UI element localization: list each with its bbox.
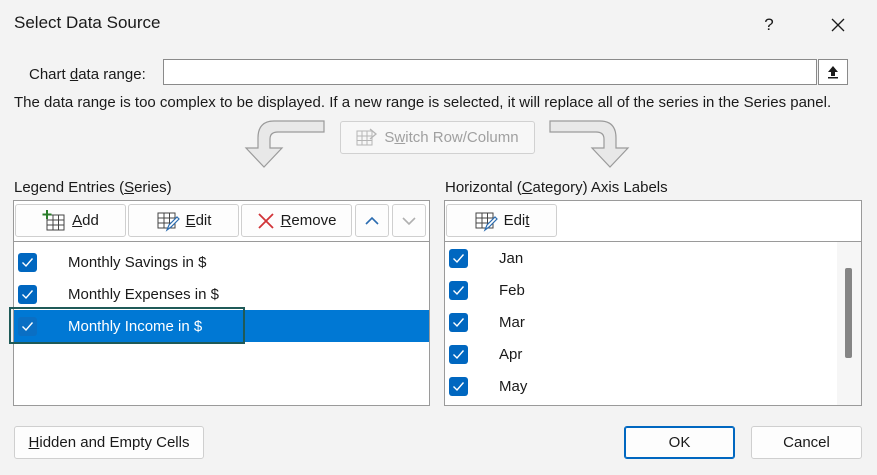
axis-checkbox[interactable] <box>449 312 468 332</box>
add-label: Add <box>72 212 99 229</box>
switch-row-column-icon <box>356 128 378 145</box>
axis-item-mar[interactable]: Mar <box>445 306 861 338</box>
move-up-button[interactable] <box>355 204 389 237</box>
axis-labels-panel: Edit Jan Feb Mar Apr May <box>444 200 862 406</box>
axis-item-may[interactable]: May <box>445 370 861 402</box>
legend-entries-panel: Add Edit Remove Monthly Savings in $ Mon… <box>13 200 430 406</box>
hidden-empty-cells-label: Hidden and Empty Cells <box>28 434 190 451</box>
series-row-savings[interactable]: Monthly Savings in $ <box>14 246 429 278</box>
scrollbar-thumb[interactable] <box>845 268 852 358</box>
edit-axis-labels-button[interactable]: Edit <box>446 204 557 237</box>
check-icon <box>453 317 465 327</box>
edit-table-icon <box>475 212 498 232</box>
chevron-up-icon <box>365 216 379 225</box>
curved-arrow-right-icon <box>549 120 630 168</box>
series-checkbox[interactable] <box>18 252 37 272</box>
check-icon <box>22 289 34 299</box>
dialog-title: Select Data Source <box>14 13 161 32</box>
add-table-icon <box>42 209 65 230</box>
axis-item-apr[interactable]: Apr <box>445 338 861 370</box>
series-name: Monthly Expenses in $ <box>68 285 219 303</box>
axis-list-scrollbar[interactable] <box>837 242 861 405</box>
axis-labels-label: Horizontal (Category) Axis Labels <box>445 179 668 196</box>
series-checkbox[interactable] <box>18 284 37 304</box>
axis-checkbox[interactable] <box>449 344 468 364</box>
check-icon <box>22 257 34 267</box>
axis-item-label: Jan <box>499 249 524 267</box>
switch-row-column-button[interactable]: Switch Row/Column <box>340 121 535 154</box>
edit-label: Edit <box>185 212 212 229</box>
cancel-button[interactable]: Cancel <box>751 426 862 459</box>
check-icon <box>453 253 465 263</box>
legend-toolbar: Add Edit Remove <box>14 201 429 241</box>
series-name: Monthly Savings in $ <box>68 253 207 271</box>
series-row-expenses[interactable]: Monthly Expenses in $ <box>14 278 429 310</box>
move-down-button[interactable] <box>392 204 426 237</box>
hidden-empty-cells-button[interactable]: Hidden and Empty Cells <box>14 426 204 459</box>
chart-data-range-input[interactable] <box>163 59 817 85</box>
edit-series-button[interactable]: Edit <box>128 204 239 237</box>
axis-labels-list[interactable]: Jan Feb Mar Apr May <box>445 241 861 405</box>
axis-checkbox[interactable] <box>449 280 468 300</box>
focus-highlight-rectangle <box>9 307 245 344</box>
curved-arrow-left-icon <box>244 120 325 168</box>
range-warning-note: The data range is too complex to be disp… <box>14 94 832 111</box>
close-button[interactable] <box>818 8 858 42</box>
check-icon <box>453 349 465 359</box>
remove-series-button[interactable]: Remove <box>241 204 352 237</box>
axis-item-jan[interactable]: Jan <box>445 242 861 274</box>
remove-x-icon <box>257 212 274 229</box>
axis-item-label: May <box>499 377 528 395</box>
collapse-dialog-button[interactable] <box>818 59 848 85</box>
axis-toolbar: Edit <box>445 201 861 241</box>
legend-entries-label: Legend Entries (Series) <box>14 179 172 196</box>
ok-button[interactable]: OK <box>624 426 735 459</box>
switch-row-column-label: Switch Row/Column <box>384 129 519 146</box>
remove-label: Remove <box>280 212 337 229</box>
axis-checkbox[interactable] <box>449 376 468 396</box>
check-icon <box>453 381 465 391</box>
check-icon <box>453 285 465 295</box>
chart-data-range-label: Chart data range: <box>29 66 146 83</box>
edit-table-icon <box>157 212 180 232</box>
help-button[interactable]: ? <box>752 8 786 42</box>
add-series-button[interactable]: Add <box>15 204 126 237</box>
close-icon <box>831 18 845 32</box>
edit-axis-label: Edit <box>503 212 530 229</box>
collapse-dialog-icon <box>828 66 838 79</box>
axis-item-label: Apr <box>499 345 523 363</box>
axis-checkbox[interactable] <box>449 248 468 268</box>
axis-item-feb[interactable]: Feb <box>445 274 861 306</box>
chevron-down-icon <box>402 216 416 225</box>
axis-item-label: Feb <box>499 281 525 299</box>
axis-item-label: Mar <box>499 313 525 331</box>
